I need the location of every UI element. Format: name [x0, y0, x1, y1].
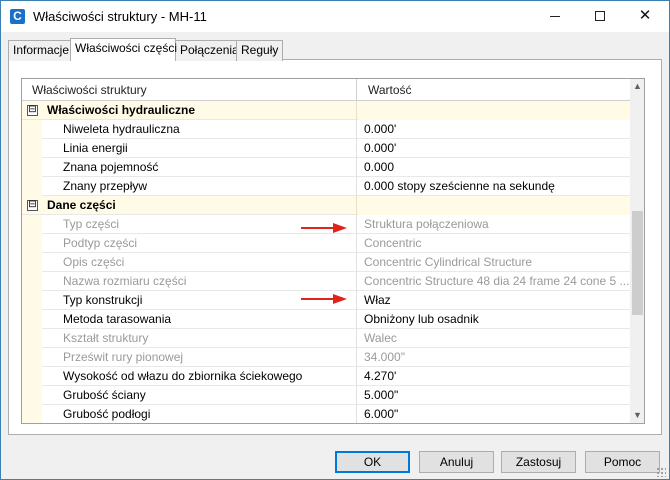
category-label: Dane części — [22, 196, 357, 215]
help-button[interactable]: Pomoc — [585, 451, 660, 473]
vertical-scrollbar[interactable]: ▲ ▼ — [630, 79, 644, 423]
row-gutter — [22, 405, 42, 423]
property-value: Concentric Structure 48 dia 24 frame 24 … — [364, 274, 630, 288]
grid-rows: ⊟ Właściwości hydrauliczne Niweleta hydr… — [22, 101, 630, 423]
row-gutter — [22, 310, 42, 329]
maximize-button[interactable] — [578, 1, 622, 32]
category-value — [358, 101, 630, 120]
apply-button[interactable]: Zastosuj — [501, 451, 576, 473]
row-gutter — [22, 139, 42, 158]
property-value[interactable]: 0.000' — [358, 139, 630, 158]
property-name: Metoda tarasowania — [42, 310, 357, 329]
properties-dialog: C Właściwości struktury - MH-11 ✕ Inform… — [0, 0, 670, 480]
property-name: Prześwit rury pionowej — [42, 348, 357, 367]
property-value[interactable]: 5.000" — [358, 386, 630, 405]
property-value[interactable]: 4.270' — [358, 367, 630, 386]
property-value[interactable]: 6.000" — [358, 405, 630, 423]
scroll-up-icon[interactable]: ▲ — [630, 79, 644, 94]
window-title: Właściwości struktury - MH-11 — [33, 9, 207, 24]
row-gutter — [22, 348, 42, 367]
property-value[interactable]: Właz — [358, 291, 630, 310]
table-row[interactable]: Znana pojemność 0.000 — [22, 158, 630, 177]
resize-grip-icon[interactable] — [656, 467, 666, 477]
scroll-down-icon[interactable]: ▼ — [630, 408, 644, 423]
table-row[interactable]: Podtyp części Concentric — [22, 234, 630, 253]
row-gutter — [22, 234, 42, 253]
property-value[interactable]: 0.000' — [358, 120, 630, 139]
arrow-head — [333, 223, 347, 233]
property-value[interactable]: Obniżony lub osadnik — [358, 310, 630, 329]
table-row[interactable]: Opis części Concentric Cylindrical Struc… — [22, 253, 630, 272]
property-value[interactable]: 0.000 — [358, 158, 630, 177]
property-name: Niweleta hydrauliczna — [42, 120, 357, 139]
table-row[interactable]: Metoda tarasowania Obniżony lub osadnik — [22, 310, 630, 329]
property-name: Znana pojemność — [42, 158, 357, 177]
category-row-hydraulic[interactable]: ⊟ Właściwości hydrauliczne — [22, 101, 630, 120]
property-name: Linia energii — [42, 139, 357, 158]
property-value: Struktura połączeniowa — [364, 217, 489, 231]
category-label: Właściwości hydrauliczne — [22, 101, 357, 120]
property-name: Grubość ściany — [42, 386, 357, 405]
category-value — [358, 196, 630, 215]
table-row[interactable]: Linia energii 0.000' — [22, 139, 630, 158]
row-gutter — [22, 386, 42, 405]
minimize-icon — [550, 15, 560, 17]
table-row[interactable]: Kształt struktury Walec — [22, 329, 630, 348]
row-gutter — [22, 215, 42, 234]
civil3d-app-icon: C — [10, 9, 25, 24]
property-name: Nazwa rozmiaru części — [42, 272, 357, 291]
row-gutter — [22, 329, 42, 348]
arrow-head — [333, 294, 347, 304]
row-gutter — [22, 291, 42, 310]
red-arrow-annotation — [301, 294, 349, 304]
property-value[interactable]: 0.000 stopy sześcienne na sekundę — [358, 177, 630, 196]
close-button[interactable]: ✕ — [623, 1, 667, 32]
row-gutter — [22, 272, 42, 291]
property-name: Podtyp części — [42, 234, 357, 253]
grid-header: Właściwości struktury Wartość — [22, 79, 630, 101]
close-icon: ✕ — [638, 7, 652, 24]
property-name: Kształt struktury — [42, 329, 357, 348]
property-value: 34.000" — [364, 350, 405, 364]
table-row[interactable]: Grubość podłogi 6.000" — [22, 405, 630, 423]
property-value: Concentric Cylindrical Structure — [364, 255, 533, 269]
row-gutter — [22, 177, 42, 196]
property-name: Opis części — [42, 253, 357, 272]
tab-polaczenia[interactable]: Połączenia — [175, 40, 239, 61]
table-row[interactable]: Nazwa rozmiaru części Concentric Structu… — [22, 272, 630, 291]
property-grid: Właściwości struktury Wartość ⊟ Właściwo… — [21, 78, 645, 424]
table-row[interactable]: Niweleta hydrauliczna 0.000' — [22, 120, 630, 139]
cancel-button[interactable]: Anuluj — [419, 451, 494, 473]
property-name: Grubość podłogi — [42, 405, 357, 423]
ok-button[interactable]: OK — [335, 451, 410, 473]
red-arrow-annotation — [301, 223, 349, 233]
property-name: Znany przepływ — [42, 177, 357, 196]
tab-wlasciwosci-czesci[interactable]: Właściwości części — [70, 38, 177, 61]
row-gutter — [22, 253, 42, 272]
arrow-shaft — [301, 298, 335, 300]
column-header-property[interactable]: Właściwości struktury — [22, 79, 357, 101]
table-row[interactable]: Znany przepływ 0.000 stopy sześcienne na… — [22, 177, 630, 196]
property-value: Walec — [364, 331, 397, 345]
maximize-icon — [595, 11, 605, 22]
title-bar[interactable]: C Właściwości struktury - MH-11 ✕ — [1, 1, 669, 32]
table-row[interactable]: Prześwit rury pionowej 34.000" — [22, 348, 630, 367]
scrollbar-thumb[interactable] — [632, 211, 643, 315]
minimize-button[interactable] — [533, 1, 577, 32]
row-gutter — [22, 158, 42, 177]
property-name: Wysokość od włazu do zbiornika ściekoweg… — [42, 367, 357, 386]
tab-reguly[interactable]: Reguły — [236, 40, 283, 61]
category-row-part-data[interactable]: ⊟ Dane części — [22, 196, 630, 215]
row-gutter — [22, 367, 42, 386]
arrow-shaft — [301, 227, 335, 229]
tab-informacje[interactable]: Informacje — [8, 40, 71, 61]
table-row[interactable]: Wysokość od włazu do zbiornika ściekoweg… — [22, 367, 630, 386]
column-header-value[interactable]: Wartość — [358, 79, 630, 101]
row-gutter — [22, 120, 42, 139]
table-row[interactable]: Grubość ściany 5.000" — [22, 386, 630, 405]
property-value: Concentric — [364, 236, 422, 250]
